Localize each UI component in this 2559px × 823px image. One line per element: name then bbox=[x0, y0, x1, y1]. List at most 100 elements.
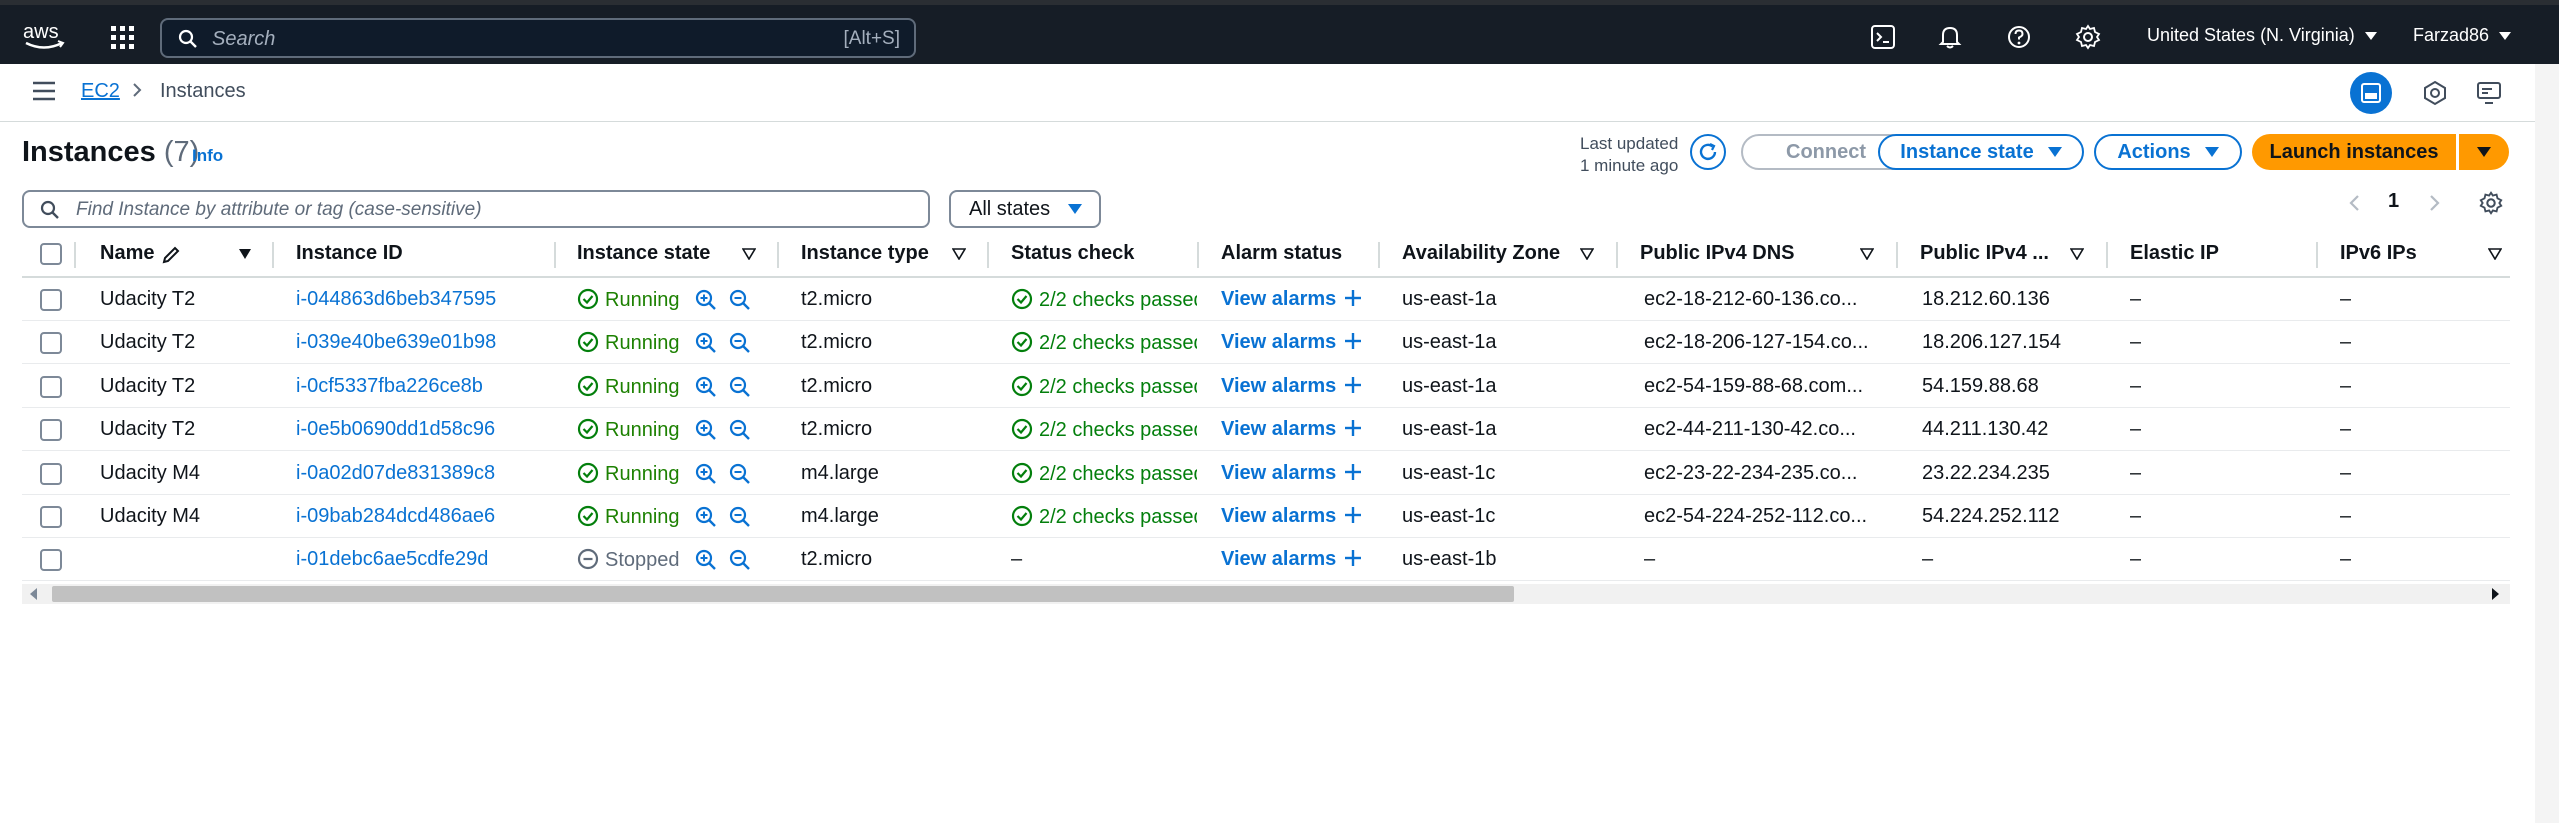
view-alarms-link[interactable]: View alarms bbox=[1221, 288, 1362, 311]
row-checkbox[interactable] bbox=[40, 375, 62, 398]
zoom-in-icon[interactable] bbox=[694, 375, 718, 399]
add-alarm-icon[interactable] bbox=[1336, 375, 1362, 397]
row-checkbox[interactable] bbox=[40, 419, 62, 442]
view-alarms-link[interactable]: View alarms bbox=[1221, 548, 1362, 571]
sort-icon[interactable] bbox=[742, 248, 756, 260]
notifications-panel-icon[interactable] bbox=[2422, 80, 2448, 106]
add-alarm-icon[interactable] bbox=[1336, 288, 1362, 310]
select-all-checkbox[interactable] bbox=[40, 243, 62, 265]
table-row[interactable]: Udacity M4 i-09bab284dcd486ae6 Running m4.l… bbox=[22, 495, 2510, 538]
row-checkbox[interactable] bbox=[40, 332, 62, 355]
search-input[interactable] bbox=[210, 26, 770, 52]
instance-id-link[interactable]: i-044863d6beb347595 bbox=[296, 288, 496, 311]
column-alarm-status[interactable]: Alarm status bbox=[1221, 242, 1342, 265]
preferences-gear-icon[interactable] bbox=[2478, 190, 2504, 216]
sort-icon[interactable] bbox=[1860, 248, 1874, 260]
page-number[interactable]: 1 bbox=[2388, 190, 2399, 213]
zoom-in-icon[interactable] bbox=[694, 331, 718, 355]
refresh-button[interactable] bbox=[1690, 134, 1726, 170]
instance-state-button[interactable]: Instance state bbox=[1878, 134, 2084, 170]
zoom-out-icon[interactable] bbox=[728, 288, 752, 312]
launch-dropdown-button[interactable] bbox=[2459, 134, 2509, 170]
row-checkbox[interactable] bbox=[40, 289, 62, 311]
zoom-out-icon[interactable] bbox=[728, 418, 752, 442]
breadcrumb-ec2[interactable]: EC2 bbox=[81, 80, 120, 103]
panel-toggle-button[interactable] bbox=[2350, 72, 2392, 114]
instance-filter[interactable] bbox=[22, 190, 930, 228]
view-alarms-link[interactable]: View alarms bbox=[1221, 375, 1362, 398]
horizontal-scrollbar[interactable] bbox=[22, 584, 2510, 604]
instance-id-link[interactable]: i-0a02d07de831389c8 bbox=[296, 462, 495, 485]
chevron-left-icon[interactable] bbox=[2345, 193, 2365, 213]
add-alarm-icon[interactable] bbox=[1336, 548, 1362, 570]
sort-icon[interactable] bbox=[1580, 248, 1594, 260]
account-menu[interactable]: Farzad86 bbox=[2413, 25, 2512, 46]
view-alarms-link[interactable]: View alarms bbox=[1221, 505, 1362, 528]
view-alarms-link[interactable]: View alarms bbox=[1221, 331, 1362, 354]
table-row[interactable]: Udacity T2 i-039e40be639e01b98 Running t2.m… bbox=[22, 321, 2510, 365]
sort-icon[interactable] bbox=[2488, 248, 2502, 260]
zoom-in-icon[interactable] bbox=[694, 288, 718, 312]
column-public-dns[interactable]: Public IPv4 DNS bbox=[1640, 242, 1795, 265]
info-link[interactable]: Info bbox=[192, 146, 223, 166]
zoom-out-icon[interactable] bbox=[728, 462, 752, 486]
table-row[interactable]: Udacity M4 i-0a02d07de831389c8 Running m4.l… bbox=[22, 452, 2510, 495]
aws-logo[interactable]: aws bbox=[22, 19, 68, 53]
cloudshell-icon[interactable] bbox=[1869, 23, 1897, 51]
zoom-out-icon[interactable] bbox=[728, 375, 752, 399]
table-row[interactable]: Udacity T2 i-0cf5337fba226ce8b Running t2.m… bbox=[22, 365, 2510, 408]
table-row[interactable]: i-01debc6ae5cdfe29d Stopped t2.micro – View … bbox=[22, 538, 2510, 582]
add-alarm-icon[interactable] bbox=[1336, 331, 1362, 353]
vertical-scrollbar[interactable] bbox=[2535, 64, 2559, 823]
zoom-out-icon[interactable] bbox=[728, 331, 752, 355]
actions-button[interactable]: Actions bbox=[2094, 134, 2242, 170]
zoom-out-icon[interactable] bbox=[728, 548, 752, 572]
add-alarm-icon[interactable] bbox=[1336, 418, 1362, 440]
instance-id-link[interactable]: i-0cf5337fba226ce8b bbox=[296, 375, 483, 398]
scrollbar-thumb[interactable] bbox=[52, 586, 1514, 602]
bell-icon[interactable] bbox=[1936, 23, 1964, 51]
column-status-check[interactable]: Status check bbox=[1011, 242, 1134, 265]
all-states-select[interactable]: All states bbox=[949, 190, 1101, 228]
monitor-icon[interactable] bbox=[2476, 80, 2502, 106]
row-checkbox[interactable] bbox=[40, 462, 62, 485]
view-alarms-link[interactable]: View alarms bbox=[1221, 418, 1362, 441]
scroll-left-icon[interactable] bbox=[30, 588, 37, 600]
zoom-in-icon[interactable] bbox=[694, 505, 718, 529]
chevron-right-icon[interactable] bbox=[2424, 193, 2444, 213]
region-selector[interactable]: United States (N. Virginia) bbox=[2147, 25, 2377, 46]
zoom-in-icon[interactable] bbox=[694, 548, 718, 572]
sort-desc-icon[interactable] bbox=[238, 248, 252, 260]
zoom-in-icon[interactable] bbox=[694, 418, 718, 442]
instance-id-link[interactable]: i-0e5b0690dd1d58c96 bbox=[296, 418, 495, 441]
scroll-right-icon[interactable] bbox=[2492, 588, 2499, 600]
column-instance-state[interactable]: Instance state bbox=[577, 242, 710, 265]
zoom-out-icon[interactable] bbox=[728, 505, 752, 529]
column-public-ip[interactable]: Public IPv4 ... bbox=[1920, 242, 2049, 265]
column-instance-type[interactable]: Instance type bbox=[801, 242, 929, 265]
sort-icon[interactable] bbox=[2070, 248, 2084, 260]
table-row[interactable]: Udacity T2 i-044863d6beb347595 Running t2.m… bbox=[22, 278, 2510, 321]
row-checkbox[interactable] bbox=[40, 506, 62, 528]
column-instance-id[interactable]: Instance ID bbox=[296, 242, 403, 265]
services-grid-icon[interactable] bbox=[110, 25, 136, 51]
add-alarm-icon[interactable] bbox=[1336, 462, 1362, 484]
row-checkbox[interactable] bbox=[40, 549, 62, 572]
instance-id-link[interactable]: i-09bab284dcd486ae6 bbox=[296, 505, 495, 528]
gear-icon[interactable] bbox=[2074, 23, 2102, 51]
help-icon[interactable] bbox=[2005, 23, 2033, 51]
view-alarms-link[interactable]: View alarms bbox=[1221, 462, 1362, 485]
table-row[interactable]: Udacity T2 i-0e5b0690dd1d58c96 Running t2.m… bbox=[22, 408, 2510, 452]
sort-icon[interactable] bbox=[952, 248, 966, 260]
filter-input[interactable] bbox=[74, 198, 904, 222]
global-search[interactable]: [Alt+S] bbox=[160, 18, 916, 58]
column-elastic-ip[interactable]: Elastic IP bbox=[2130, 242, 2219, 265]
instance-id-link[interactable]: i-01debc6ae5cdfe29d bbox=[296, 548, 488, 571]
launch-instances-button[interactable]: Launch instances bbox=[2252, 134, 2456, 170]
zoom-in-icon[interactable] bbox=[694, 462, 718, 486]
column-availability-zone[interactable]: Availability Zone bbox=[1402, 242, 1560, 265]
instance-id-link[interactable]: i-039e40be639e01b98 bbox=[296, 331, 496, 354]
column-name[interactable]: Name bbox=[100, 242, 154, 265]
menu-icon[interactable] bbox=[32, 80, 56, 102]
add-alarm-icon[interactable] bbox=[1336, 505, 1362, 527]
